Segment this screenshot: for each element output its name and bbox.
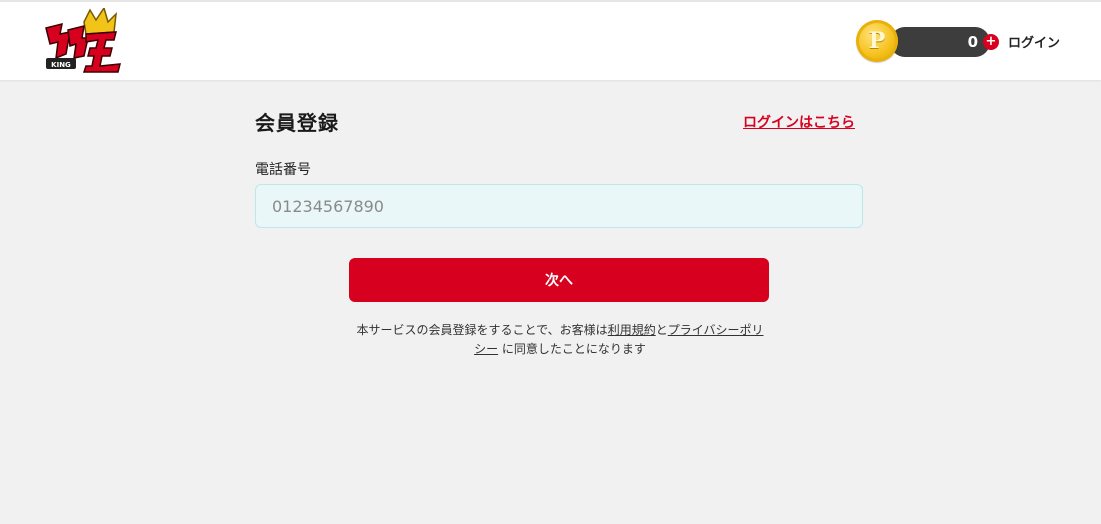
top-header: KING P 0 + ログイン (0, 0, 1101, 80)
coin-letter: P (868, 28, 886, 54)
add-points-button[interactable]: + (983, 34, 999, 50)
terms-suffix: に同意したことになります (498, 342, 646, 356)
terms-notice: 本サービスの会員登録をすることで、お客様は利用規約とプライバシーポリシー に同意… (355, 321, 765, 359)
site-logo[interactable]: KING (40, 6, 124, 74)
point-coin-icon: P (856, 20, 898, 62)
terms-and: と (655, 323, 668, 337)
header-login-link[interactable]: ログイン (1008, 32, 1060, 51)
phone-label: 電話番号 (255, 162, 311, 178)
terms-of-service-link[interactable]: 利用規約 (608, 323, 656, 337)
logo-king-text: KING (51, 61, 71, 69)
page-title: 会員登録 (255, 111, 339, 135)
login-here-link[interactable]: ログインはこちら (743, 112, 855, 132)
points-balance-value: 0 (967, 33, 978, 51)
terms-prefix: 本サービスの会員登録をすることで、お客様は (356, 323, 608, 337)
points-balance: 0 (890, 27, 990, 57)
next-button[interactable]: 次へ (349, 258, 769, 302)
phone-input[interactable] (255, 184, 863, 228)
points-widget[interactable]: P 0 + (856, 20, 1006, 62)
crown-logo-icon: KING (45, 6, 121, 73)
